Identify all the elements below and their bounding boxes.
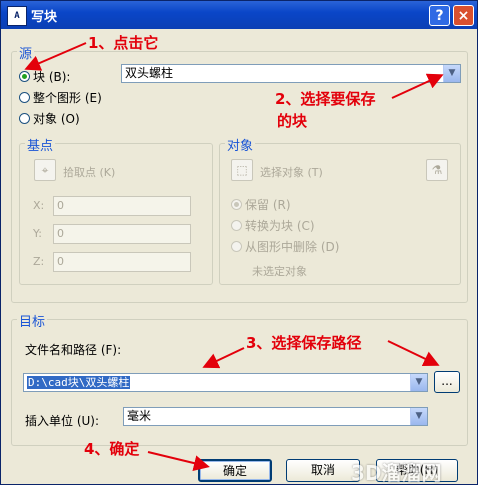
arrow-4 — [147, 451, 210, 471]
annotation-3: 3、选择保存路径 — [246, 334, 362, 352]
annotation-2-line2: 的块 — [277, 112, 308, 130]
arrow-3b — [387, 340, 440, 367]
annotation-1: 1、点击它 — [88, 34, 159, 52]
arrow-2 — [391, 73, 444, 99]
arrow-1 — [24, 42, 87, 71]
annotation-arrows — [24, 42, 444, 471]
arrow-3a — [202, 347, 245, 369]
annotation-4: 4、确定 — [84, 440, 140, 458]
annotation-2-line1: 2、选择要保存 — [275, 90, 376, 108]
